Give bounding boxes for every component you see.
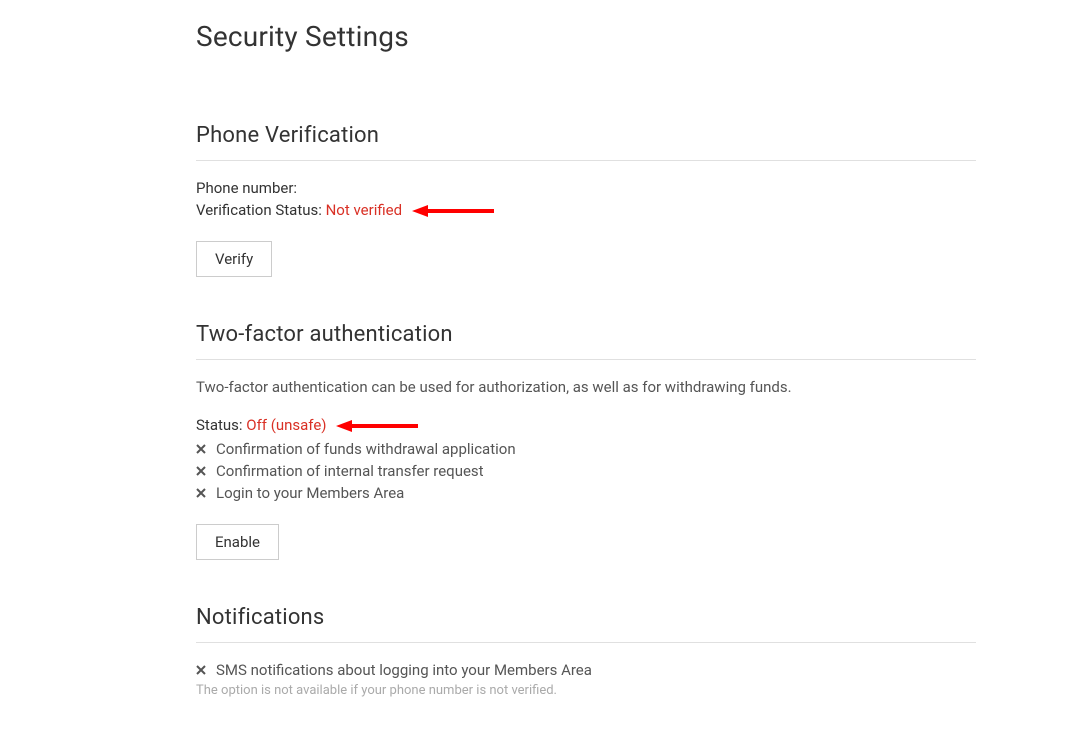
- notification-helper-text: The option is not available if your phon…: [196, 683, 1089, 698]
- two-factor-title: Two-factor authentication: [196, 322, 976, 360]
- notification-label: SMS notifications about logging into you…: [216, 661, 592, 679]
- x-icon: [196, 488, 208, 498]
- enable-button[interactable]: Enable: [196, 524, 279, 560]
- phone-verification-title: Phone Verification: [196, 123, 976, 161]
- verification-status-label: Verification Status:: [196, 201, 326, 219]
- x-icon: [196, 466, 208, 476]
- phone-verification-section: Phone Verification Phone number: Verific…: [196, 123, 1089, 277]
- feature-label: Confirmation of funds withdrawal applica…: [216, 440, 516, 458]
- feature-label: Confirmation of internal transfer reques…: [216, 462, 484, 480]
- phone-number-label: Phone number:: [196, 179, 297, 197]
- feature-label: Login to your Members Area: [216, 484, 404, 502]
- verification-status-line: Verification Status: Not verified: [196, 201, 1089, 219]
- feature-item: SMS notifications about logging into you…: [196, 661, 1089, 679]
- feature-item: Confirmation of internal transfer reques…: [196, 462, 1089, 480]
- x-icon: [196, 665, 208, 675]
- feature-item: Login to your Members Area: [196, 484, 1089, 502]
- x-icon: [196, 444, 208, 454]
- notifications-title: Notifications: [196, 605, 976, 643]
- arrow-annotation-icon: [336, 418, 418, 434]
- two-factor-status-label: Status:: [196, 416, 246, 434]
- feature-item: Confirmation of funds withdrawal applica…: [196, 440, 1089, 458]
- arrow-annotation-icon: [412, 203, 494, 219]
- verification-status-value: Not verified: [326, 201, 402, 219]
- phone-number-line: Phone number:: [196, 179, 1089, 197]
- two-factor-description: Two-factor authentication can be used fo…: [196, 378, 1089, 396]
- page-title: Security Settings: [196, 20, 1089, 53]
- two-factor-status-line: Status: Off (unsafe): [196, 416, 1089, 434]
- two-factor-status-value: Off (unsafe): [246, 416, 326, 434]
- notifications-section: Notifications SMS notifications about lo…: [196, 605, 1089, 698]
- verify-button[interactable]: Verify: [196, 241, 272, 277]
- two-factor-section: Two-factor authentication Two-factor aut…: [196, 322, 1089, 560]
